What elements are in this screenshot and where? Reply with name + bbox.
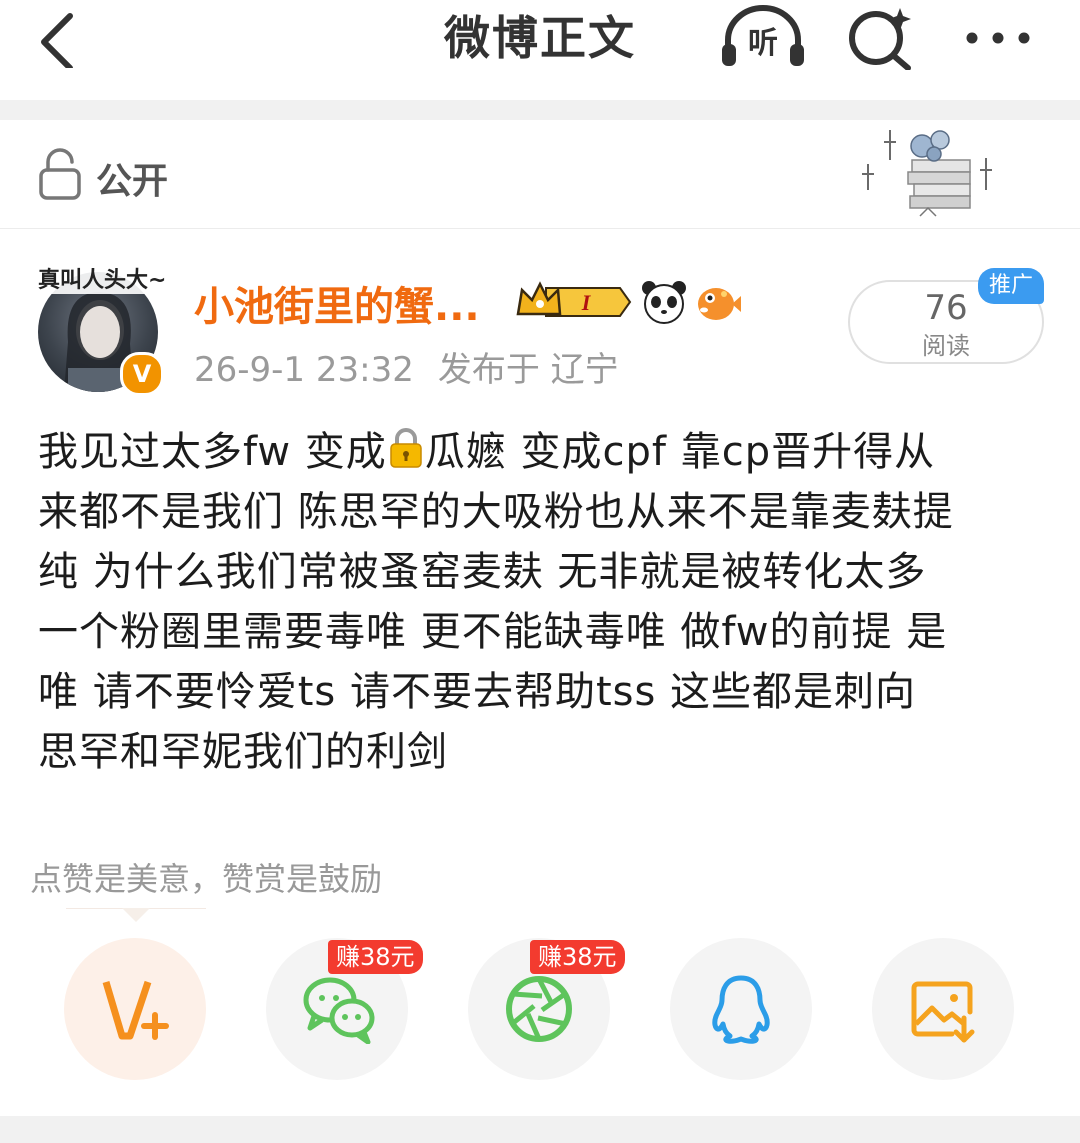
post-line: 来都不是我们 陈思罕的大吸粉也从来不是靠麦麸提 bbox=[38, 489, 954, 535]
visibility-label: 公开 bbox=[96, 161, 169, 202]
listen-button[interactable]: 听 bbox=[718, 4, 808, 70]
lock-emoji-icon bbox=[390, 428, 422, 468]
section-separator bbox=[0, 100, 1080, 120]
author-avatar[interactable]: 真叫人头大~ V bbox=[34, 262, 171, 396]
post-line: 思罕和罕妮我们的利剑 bbox=[38, 729, 448, 775]
member-badge-letter: I bbox=[581, 290, 592, 315]
panda-badge-icon[interactable] bbox=[640, 280, 688, 324]
post-date: 26-9-1 23:32 bbox=[194, 350, 414, 390]
top-nav-bar: 微博正文 听 bbox=[0, 0, 1080, 100]
pufferfish-badge-icon[interactable] bbox=[694, 280, 742, 324]
visibility-row: 公开 bbox=[0, 120, 1080, 228]
author-name[interactable]: 小池街里的蟹... bbox=[194, 274, 480, 332]
unlock-icon bbox=[39, 148, 81, 200]
appreciation-hint: 点赞是美意，赞赏是鼓励 bbox=[30, 860, 383, 898]
crown-member-badge-icon[interactable]: I bbox=[516, 280, 632, 324]
wechat-earn-tag: 赚38元 bbox=[328, 940, 423, 974]
share-qq-button[interactable] bbox=[670, 938, 812, 1080]
ai-search-icon bbox=[849, 8, 911, 71]
post-body: 我见过太多fw 变成 瓜嬷 变成cpf 靠cp晋升得从 来都不是我们 陈思罕的大… bbox=[38, 422, 1048, 782]
v-plus-reward-icon bbox=[102, 980, 169, 1040]
image-download-icon bbox=[911, 981, 975, 1043]
search-button[interactable] bbox=[846, 4, 916, 71]
more-button[interactable] bbox=[962, 4, 1034, 70]
qq-penguin-icon bbox=[712, 975, 770, 1044]
bottom-separator bbox=[0, 1116, 1080, 1143]
post-line: 一个粉圈里需要毒唯 更不能缺毒唯 做fw的前提 是 bbox=[38, 609, 948, 655]
post-line: 我见过太多fw 变成 瓜嬷 变成cpf 靠cp晋升得从 bbox=[38, 428, 936, 475]
moments-aperture-icon bbox=[506, 976, 572, 1042]
hint-caret bbox=[122, 908, 150, 922]
verified-badge: V bbox=[120, 352, 164, 396]
books-roses-decoration bbox=[862, 130, 992, 217]
avatar-caption: 真叫人头大~ bbox=[34, 262, 171, 294]
post-location: 发布于 辽宁 bbox=[437, 350, 619, 390]
divider bbox=[0, 228, 1080, 229]
page-title: 微博正文 bbox=[444, 11, 636, 65]
save-image-button[interactable] bbox=[872, 938, 1014, 1080]
read-label: 阅读 bbox=[922, 332, 970, 360]
wechat-icon bbox=[303, 977, 375, 1044]
listen-label: 听 bbox=[748, 26, 778, 61]
post-line: 纯 为什么我们常被蚤窑麦麸 无非就是被转化太多 bbox=[38, 549, 927, 595]
post-line: 唯 请不要怜爱ts 请不要去帮助tss 这些都是刺向 bbox=[38, 669, 917, 715]
more-dots-icon bbox=[966, 32, 1030, 44]
post-meta: 26-9-1 23:32 发布于 辽宁 bbox=[194, 342, 619, 391]
promo-tag[interactable]: 推广 bbox=[978, 268, 1044, 304]
moments-earn-tag: 赚38元 bbox=[530, 940, 625, 974]
reward-button[interactable] bbox=[64, 938, 206, 1080]
